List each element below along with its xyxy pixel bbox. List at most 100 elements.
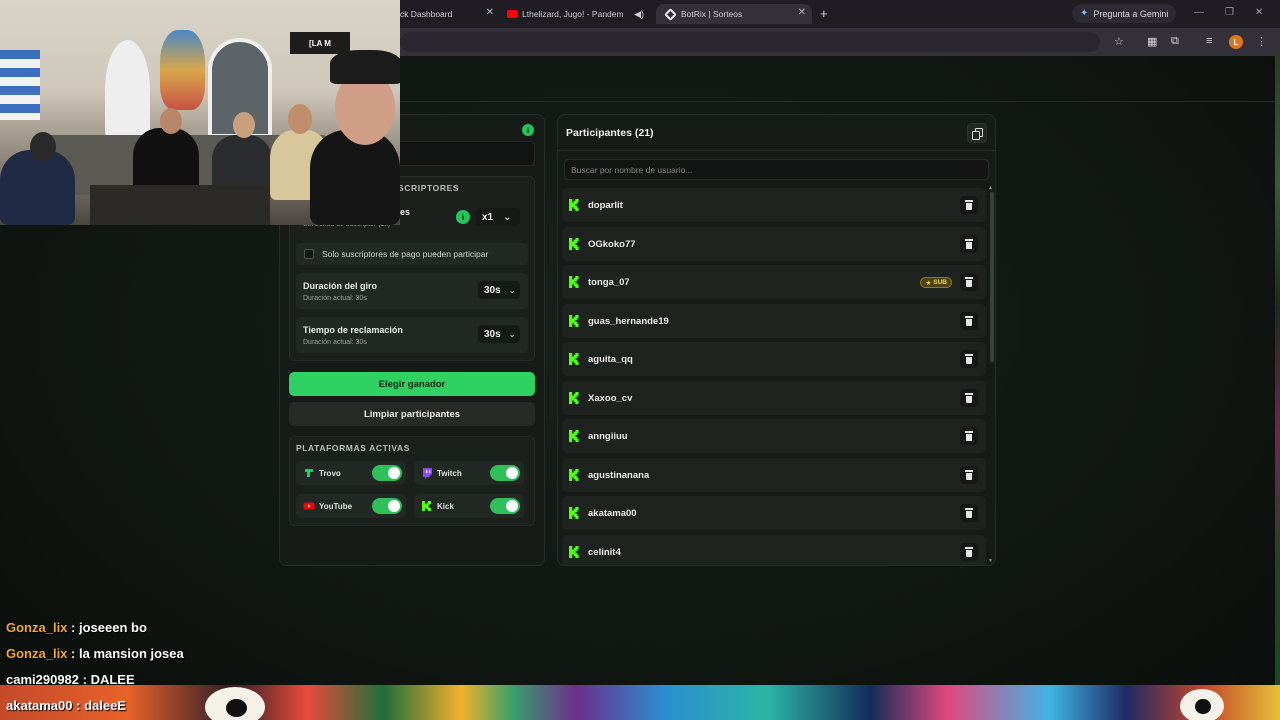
address-bar[interactable] <box>400 32 1100 52</box>
clear-participants-button[interactable]: Limpiar participantes <box>289 402 535 426</box>
tab-label: ick Dashboard <box>398 9 453 19</box>
person-silhouette <box>0 150 75 225</box>
table-image <box>90 185 270 225</box>
chat-text: la mansion josea <box>78 646 184 661</box>
delete-participant-button[interactable] <box>960 196 978 214</box>
graffiti-mural-overlay <box>0 685 1280 720</box>
delete-participant-button[interactable] <box>960 542 978 561</box>
delete-participant-button[interactable] <box>960 234 978 253</box>
platform-label: YouTube <box>319 502 353 511</box>
delete-participant-button[interactable] <box>960 273 978 291</box>
delete-participant-button[interactable] <box>960 350 978 368</box>
platform-label: Kick <box>437 502 454 511</box>
delete-participant-button[interactable] <box>960 504 978 522</box>
subs-only-row[interactable]: Solo suscriptores de pago pueden partici… <box>296 243 528 265</box>
twitch-toggle[interactable] <box>490 465 520 481</box>
participant-username: OGkoko77 <box>588 238 636 250</box>
speaker-icon[interactable]: ◀) <box>634 9 644 20</box>
participant-search-input[interactable] <box>564 159 989 180</box>
subs-only-checkbox[interactable] <box>304 249 314 259</box>
pick-winner-button[interactable]: Elegir ganador <box>289 372 535 396</box>
wall-sign: [LA M <box>290 32 350 54</box>
trash-icon <box>965 354 973 356</box>
trovo-icon <box>305 469 313 477</box>
minimize-icon[interactable]: — <box>1194 7 1204 18</box>
trash-icon-body <box>966 472 972 480</box>
kick-icon <box>422 501 431 511</box>
info-icon[interactable]: i <box>456 210 470 224</box>
spin-duration-select[interactable]: 30s ⌄ <box>478 281 520 299</box>
tab-label: Lthelizard, Jugo! - Pandem <box>522 9 624 19</box>
subs-only-label: Solo suscriptores de pago pueden partici… <box>322 249 489 259</box>
window-close-icon[interactable]: ✕ <box>1255 7 1263 18</box>
new-tab-icon[interactable]: + <box>820 6 828 21</box>
subscribers-section-title: SCRIPTORES <box>398 183 460 193</box>
multiplier-value: x1 <box>482 211 494 223</box>
tab-youtube-stream[interactable]: Lthelizard, Jugo! - Pandem ◀) <box>507 4 644 24</box>
trash-icon-body <box>966 318 972 326</box>
close-icon[interactable]: ✕ <box>798 7 806 18</box>
copy-list-button[interactable] <box>967 123 987 143</box>
profile-avatar[interactable]: L <box>1229 35 1243 49</box>
scroll-up-arrow-icon[interactable]: ▲ <box>988 185 993 191</box>
claim-time-title: Tiempo de reclamación <box>303 325 403 335</box>
kick-icon <box>569 353 579 365</box>
kick-toggle[interactable] <box>490 498 520 514</box>
claim-time-select[interactable]: 30s ⌄ <box>478 325 520 343</box>
scroll-down-arrow-icon[interactable]: ▼ <box>988 558 993 564</box>
gemini-button[interactable]: ✦ Pregunta a Gemini <box>1072 4 1177 23</box>
multiplier-label: es <box>400 207 411 217</box>
restore-icon[interactable]: ❐ <box>1225 7 1234 18</box>
spin-duration-title: Duración del giro <box>303 281 378 291</box>
toggle-knob <box>506 467 518 479</box>
chat-username: Gonza_lix <box>6 620 68 635</box>
delete-participant-button[interactable] <box>960 465 978 484</box>
info-icon[interactable]: i <box>522 124 534 136</box>
participants-scrollbar[interactable] <box>990 192 994 362</box>
trovo-toggle[interactable] <box>372 465 402 481</box>
participants-list: doparlit OGkoko77 tonga_07 ★ SUB guas_hernand… <box>562 188 986 565</box>
gemini-label: Pregunta a Gemini <box>1093 8 1169 19</box>
chat-message: Gonza_lix : la mansion josea <box>6 646 184 661</box>
platform-trovo: Trovo <box>296 461 406 485</box>
reading-list-icon[interactable]: ≡ <box>1206 35 1212 47</box>
chat-username: akatama00 <box>6 698 73 713</box>
trash-icon-body <box>966 511 972 518</box>
person-head <box>30 132 56 162</box>
trash-icon-body <box>966 280 972 287</box>
sub-badge: ★ SUB <box>920 277 952 288</box>
tab-kick-dashboard[interactable]: ick Dashboard ✕ <box>398 4 494 24</box>
participants-title: Participantes (21) <box>566 127 654 139</box>
participant-username: doparlit <box>588 200 623 211</box>
person-head <box>233 112 255 138</box>
chat-text: daleeE <box>84 698 126 713</box>
participant-username: guas_hernande19 <box>588 315 669 327</box>
kick-icon <box>569 314 579 327</box>
participant-row: agustinanana <box>562 457 986 492</box>
mural-eye <box>205 687 265 720</box>
extension-icon[interactable]: ▦ <box>1147 35 1157 48</box>
participant-row: celinit4 <box>562 534 986 565</box>
claim-time-sub: Duración actual: 30s <box>303 339 367 346</box>
star-icon: ★ <box>925 279 932 287</box>
copy-icon-back <box>972 131 980 140</box>
youtube-toggle[interactable] <box>372 498 402 514</box>
trash-icon <box>965 277 973 279</box>
participant-row: akatama00 <box>562 496 986 530</box>
chevron-down-icon: ⌄ <box>503 211 512 223</box>
claim-time-value: 30s <box>484 328 501 340</box>
flag-image <box>0 50 40 120</box>
close-icon[interactable]: ✕ <box>486 7 494 18</box>
platform-label: Trovo <box>319 469 341 478</box>
toggle-knob <box>388 500 400 512</box>
tab-botrix-sorteos[interactable]: BotRix | Sorteos ✕ <box>656 4 812 24</box>
delete-participant-button[interactable] <box>960 388 978 407</box>
delete-participant-button[interactable] <box>960 427 978 445</box>
youtube-icon <box>303 502 315 510</box>
delete-participant-button[interactable] <box>960 311 978 330</box>
menu-kebab-icon[interactable]: ⋮ <box>1256 35 1267 48</box>
spin-duration-row: Duración del giro Duración actual: 30s 3… <box>296 273 528 309</box>
multiplier-select[interactable]: x1 ⌄ <box>476 208 520 226</box>
bookmark-star-icon[interactable]: ☆ <box>1114 35 1124 48</box>
puzzle-icon[interactable]: ⧉ <box>1171 35 1179 48</box>
